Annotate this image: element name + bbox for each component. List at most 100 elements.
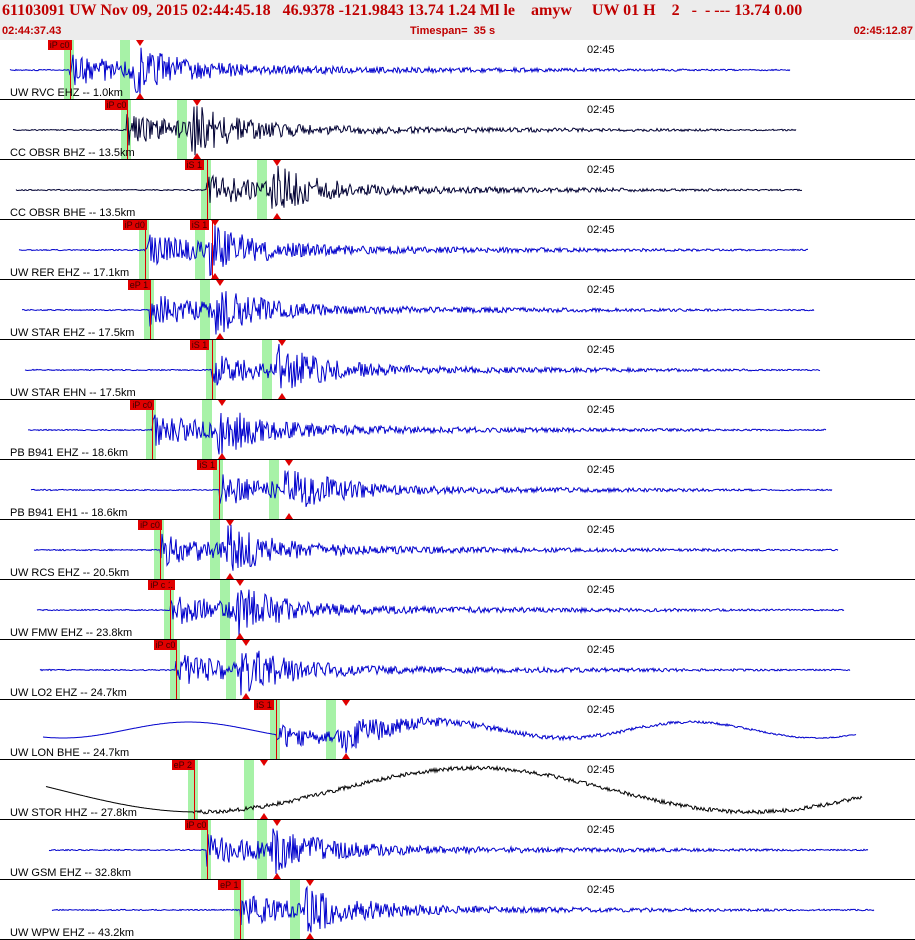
phase-pick-line[interactable] [206, 160, 208, 219]
time-mark: 02:45 [587, 404, 615, 416]
trace-panel[interactable]: iP c0 02:45 UW GSM EHZ -- 32.8km [0, 820, 915, 880]
phase-pick-line[interactable] [170, 580, 172, 639]
trace-panel[interactable]: iP d0 iS 1 02:45 UW RER EHZ -- 17.1km [0, 220, 915, 280]
triangle-up-icon [285, 513, 294, 519]
station-label: UW RCS EHZ -- 20.5km [10, 567, 130, 579]
triangle-down-icon [192, 100, 201, 106]
waveform-svg [51, 885, 875, 933]
phase-pick-line[interactable] [193, 760, 195, 819]
phase-pick-line[interactable] [240, 880, 242, 939]
phase-pick-label[interactable]: iS 1 [189, 340, 210, 350]
phase-pick-line[interactable] [206, 820, 208, 879]
phase-pick-line[interactable] [152, 400, 154, 459]
time-mark: 02:45 [587, 584, 615, 596]
station-label: CC OBSR BHZ -- 13.5km [10, 147, 135, 159]
waveform-trace [45, 764, 863, 815]
triangle-down-icon [226, 520, 235, 526]
trace-panel[interactable]: eP 2 02:45 UW STOR HHZ -- 27.8km [0, 760, 915, 820]
trace-panel[interactable]: iS 1 02:45 CC OBSR BHE -- 13.5km [0, 160, 915, 220]
end-time: 02:45:12.87 [853, 25, 913, 37]
phase-pick-label[interactable]: iS 1 [197, 460, 217, 470]
time-mark: 02:45 [587, 524, 615, 536]
trace-panel[interactable]: iP c0 02:45 UW RVC EHZ -- 1.0km [0, 40, 915, 100]
waveform-trace [9, 47, 791, 96]
phase-pick-label[interactable]: iP d0 [122, 220, 147, 230]
triangle-up-icon [306, 933, 315, 939]
phase-pick-line[interactable] [160, 520, 162, 579]
triangle-down-icon [236, 580, 245, 586]
phase-pick-label[interactable]: iP c0 [153, 640, 178, 650]
station-label: PB B941 EH1 -- 18.6km [10, 507, 128, 519]
trace-panel[interactable]: eP 1 02:45 UW WPW EHZ -- 43.2km [0, 880, 915, 940]
time-mark: 02:45 [587, 704, 615, 716]
triangle-up-icon [272, 873, 281, 879]
triangle-down-icon [342, 700, 351, 706]
waveform-trace [51, 885, 875, 933]
time-mark: 02:45 [587, 644, 615, 656]
trace-panel[interactable]: iP c0 02:45 CC OBSR BHZ -- 13.5km [0, 100, 915, 160]
triangle-down-icon [272, 820, 281, 826]
phase-pick-line[interactable] [219, 460, 221, 519]
phase-pick-line[interactable] [175, 640, 177, 699]
phase-pick-label[interactable]: eP 2 [171, 760, 194, 770]
waveform-panels[interactable]: iP c0 02:45 UW RVC EHZ -- 1.0km iP c0 02:45 C… [0, 40, 915, 940]
triangle-up-icon [218, 453, 227, 459]
waveform-svg [12, 106, 797, 156]
time-mark: 02:45 [587, 884, 615, 896]
phase-pick-label[interactable]: iP c0 [104, 100, 129, 110]
station-label: UW LON BHE -- 24.7km [10, 747, 130, 759]
waveform-trace [39, 650, 851, 696]
trace-panel[interactable]: iP c 1 02:45 UW FMW EHZ -- 23.8km [0, 580, 915, 640]
station-label: UW STOR HHZ -- 27.8km [10, 807, 137, 819]
time-mark: 02:45 [587, 284, 615, 296]
phase-pick-label[interactable]: iP c0 [130, 400, 155, 410]
phase-pick-line[interactable] [149, 280, 151, 339]
triangle-down-icon [210, 220, 219, 226]
station-label: UW STAR EHZ -- 17.5km [10, 327, 135, 339]
trace-panel[interactable]: iS 1 02:45 UW STAR EHN -- 17.5km [0, 340, 915, 400]
station-label: UW RVC EHZ -- 1.0km [10, 87, 123, 99]
triangle-up-icon [272, 213, 281, 219]
phase-pick-label[interactable]: iP c0 [138, 520, 162, 530]
waveform-trace [33, 524, 839, 571]
phase-pick-label[interactable]: iP c0 [47, 40, 72, 50]
phase-pick-label[interactable]: eP 1 [127, 280, 151, 290]
trace-panel[interactable]: iS 1 02:45 UW LON BHE -- 24.7km [0, 700, 915, 760]
triangle-up-icon [259, 813, 268, 819]
event-header: 61103091 UW Nov 09, 2015 02:44:45.18 46.… [0, 0, 915, 40]
triangle-up-icon [236, 633, 245, 639]
triangle-up-icon [277, 393, 286, 399]
triangle-up-icon [135, 93, 144, 99]
phase-pick-label[interactable]: iS 1 [189, 220, 210, 230]
phase-pick-label[interactable]: iP c0 [184, 820, 209, 830]
trace-panel[interactable]: iP c0 02:45 UW RCS EHZ -- 20.5km [0, 520, 915, 580]
phase-pick-line[interactable] [144, 220, 146, 279]
trace-panel[interactable]: iP c0 02:45 UW LO2 EHZ -- 24.7km [0, 640, 915, 700]
time-mark: 02:45 [587, 44, 615, 56]
waveform-trace [24, 343, 821, 389]
time-mark: 02:45 [587, 824, 615, 836]
timespan-label: Timespan= 35 s [410, 25, 496, 37]
station-label: UW RER EHZ -- 17.1km [10, 267, 130, 279]
waveform-trace [15, 165, 803, 209]
waveform-svg [45, 764, 863, 815]
time-mark: 02:45 [587, 104, 615, 116]
phase-pick-label[interactable]: eP 1 [218, 880, 241, 890]
phase-pick-line[interactable] [211, 340, 213, 399]
triangle-down-icon [241, 640, 250, 646]
triangle-down-icon [272, 160, 281, 166]
waveform-trace [42, 716, 857, 754]
time-mark: 02:45 [587, 344, 615, 356]
waveform-trace [48, 828, 869, 874]
phase-pick-label[interactable]: iS 1 [254, 700, 274, 710]
phase-pick-label[interactable]: iS 1 [184, 160, 205, 170]
phase-pick-line[interactable] [276, 700, 278, 759]
triangle-down-icon [135, 40, 144, 46]
trace-panel[interactable]: iS 1 02:45 PB B941 EH1 -- 18.6km [0, 460, 915, 520]
triangle-down-icon [218, 400, 227, 406]
time-mark: 02:45 [587, 164, 615, 176]
trace-panel[interactable]: eP 1 02:45 UW STAR EHZ -- 17.5km [0, 280, 915, 340]
phase-pick-line[interactable] [211, 220, 213, 279]
trace-panel[interactable]: iP c0 02:45 PB B941 EHZ -- 18.6km [0, 400, 915, 460]
triangle-up-icon [342, 753, 351, 759]
